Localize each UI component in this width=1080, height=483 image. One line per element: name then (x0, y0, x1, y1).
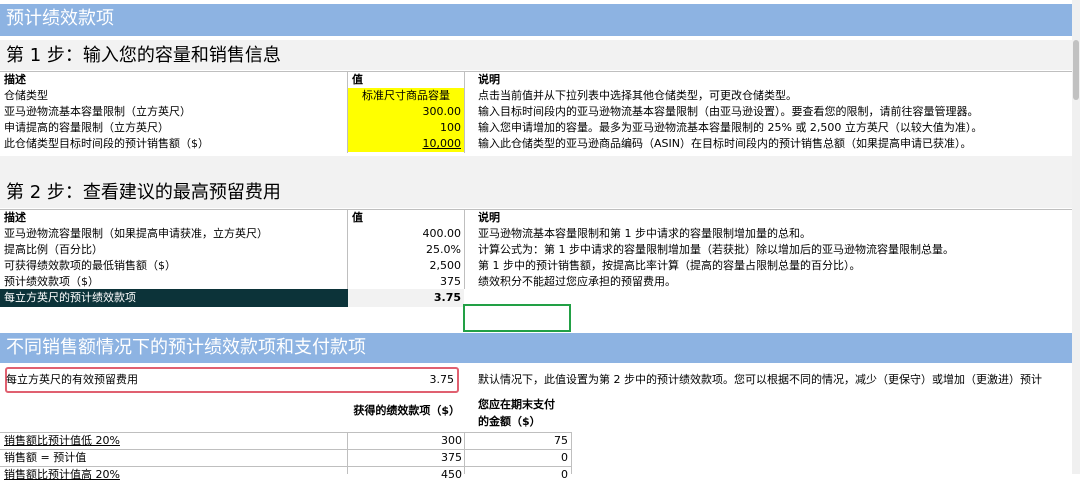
scenario-row: 销售额 = 预计值 375 0 (0, 450, 572, 466)
scenario-row: 销售额比预计值低 20% 300 75 (0, 433, 572, 449)
header-note: 说明 (478, 211, 500, 224)
header-value: 值 (352, 73, 363, 86)
header-value: 值 (352, 211, 363, 224)
step2-header-row: 描述 值 说明 (0, 210, 1080, 226)
row-note: 亚马逊物流基本容量限制和第 1 步中请求的容量限制增加量的总和。 (478, 227, 811, 240)
scenario-payment: 0 (561, 451, 568, 464)
step1-title: 第 1 步：输入您的容量和销售信息 (0, 40, 1072, 70)
row-note: 输入此仓储类型的亚马逊商品编码（ASIN）在目标时间段内的预计销售总额（如果提高… (478, 137, 972, 150)
row-note: 第 1 步中的预计销售额，按提高比率计算（提高的容量占限制总量的百分比）。 (478, 259, 861, 272)
step1-table: 描述 值 说明 仓储类型 标准尺寸商品容量 点击当前值并从下拉列表中选择其他仓储… (0, 71, 1072, 153)
row-note: 绩效积分不能超过您应承担的预留费用。 (478, 275, 676, 288)
section-banner-scenarios: 不同销售额情况下的预计绩效款项和支付款项 (0, 333, 1072, 363)
row-desc: 每立方英尺的预计绩效款项 (0, 289, 348, 307)
total-capacity-value: 400.00 (422, 227, 462, 240)
requested-increase-row: 申请提高的容量限制（立方英尺） 100 输入您申请增加的容量。最多为亚马逊物流基… (0, 120, 1080, 136)
section-banner-estimated-credits: 预计绩效款项 (0, 4, 1072, 36)
step1-header-row: 描述 值 说明 (0, 72, 1080, 88)
per-cubic-foot-value: 3.75 (348, 289, 464, 307)
scenario-label: 销售额比预计值高 20% (4, 468, 120, 481)
col-header-payment-line2: 的金额（$） (478, 415, 541, 428)
col-header-payment-line1: 您应在期末支付 (478, 398, 555, 411)
estimated-credit-row: 预计绩效款项（$） 375 绩效积分不能超过您应承担的预留费用。 (0, 274, 1080, 290)
increase-ratio-row: 提高比例（百分比） 25.0% 计算公式为：第 1 步中请求的容量限制增加量（若… (0, 242, 1080, 258)
storage-type-select[interactable]: 标准尺寸商品容量 (348, 88, 464, 104)
row-desc: 此仓储类型目标时间段的预计销售额（$） (4, 137, 209, 150)
total-capacity-row: 亚马逊物流容量限制（如果提高申请获准，立方英尺） 400.00 亚马逊物流基本容… (0, 226, 1080, 242)
row-desc: 可获得绩效款项的最低销售额（$） (4, 259, 176, 272)
row-note: 点击当前值并从下拉列表中选择其他仓储类型，可更改仓储类型。 (478, 89, 797, 102)
step2-table: 描述 值 说明 亚马逊物流容量限制（如果提高申请获准，立方英尺） 400.00 … (0, 209, 1072, 307)
header-desc: 描述 (4, 211, 26, 224)
increase-ratio-value: 25.0% (426, 243, 461, 256)
row-desc: 预计绩效款项（$） (4, 275, 99, 288)
scenario-label: 销售额 = 预计值 (4, 451, 87, 464)
effective-fee-label: 每立方英尺的有效预留费用 (6, 373, 138, 386)
scenario-credit: 450 (441, 468, 462, 481)
scrollbar-thumb[interactable] (1073, 40, 1079, 100)
projected-sales-row: 此仓储类型目标时间段的预计销售额（$） 10,000 输入此仓储类型的亚马逊商品… (0, 136, 1080, 152)
storage-type-row: 仓储类型 标准尺寸商品容量 点击当前值并从下拉列表中选择其他仓储类型，可更改仓储… (0, 88, 1080, 104)
row-note: 输入您申请增加的容量。最多为亚马逊物流基本容量限制的 25% 或 2,500 立… (478, 121, 983, 134)
scenario-payment: 0 (561, 468, 568, 481)
selected-cell[interactable] (463, 304, 571, 332)
effective-fee-note: 默认情况下，此值设置为第 2 步中的预计绩效款项。您可以根据不同的情况，减少（更… (478, 373, 1042, 386)
row-note: 计算公式为：第 1 步中请求的容量限制增加量（若获批）除以增加后的亚马逊物流容量… (478, 243, 954, 256)
effective-fee-value[interactable]: 3.75 (350, 372, 455, 388)
spacer-band (0, 156, 1072, 176)
row-desc: 亚马逊物流容量限制（如果提高申请获准，立方英尺） (4, 227, 268, 240)
vertical-scrollbar[interactable] (1072, 0, 1080, 474)
row-desc: 仓储类型 (4, 89, 48, 102)
min-sales-value: 2,500 (429, 259, 462, 272)
base-capacity-row: 亚马逊物流基本容量限制（立方英尺） 300.00 输入目标时间段内的亚马逊物流基… (0, 104, 1080, 120)
scenario-credit: 300 (441, 434, 462, 447)
estimated-credit-value: 375 (440, 275, 461, 288)
base-capacity-input[interactable]: 300.00 (348, 104, 464, 120)
scenario-row: 销售额比预计值高 20% 450 0 (0, 467, 572, 483)
step2-title: 第 2 步：查看建议的最高预留费用 (0, 176, 1072, 208)
col-header-credits: 获得的绩效款项（$） (353, 404, 460, 417)
min-sales-row: 可获得绩效款项的最低销售额（$） 2,500 第 1 步中的预计销售额，按提高比… (0, 258, 1080, 274)
row-note: 输入目标时间段内的亚马逊物流基本容量限制（由亚马逊设置）。要查看您的限制，请前往… (478, 105, 979, 118)
header-desc: 描述 (4, 73, 26, 86)
scenario-payment: 75 (554, 434, 568, 447)
header-note: 说明 (478, 73, 500, 86)
row-desc: 亚马逊物流基本容量限制（立方英尺） (4, 105, 191, 118)
scenario-table: 销售额比预计值低 20% 300 75 销售额 = 预计值 375 0 销售额比… (0, 432, 572, 481)
row-desc: 提高比例（百分比） (4, 243, 103, 256)
row-desc: 申请提高的容量限制（立方英尺） (4, 121, 169, 134)
scenario-label: 销售额比预计值低 20% (4, 434, 120, 447)
requested-increase-input[interactable]: 100 (348, 120, 464, 136)
scenario-credit: 375 (441, 451, 462, 464)
projected-sales-input[interactable]: 10,000 (348, 136, 464, 152)
